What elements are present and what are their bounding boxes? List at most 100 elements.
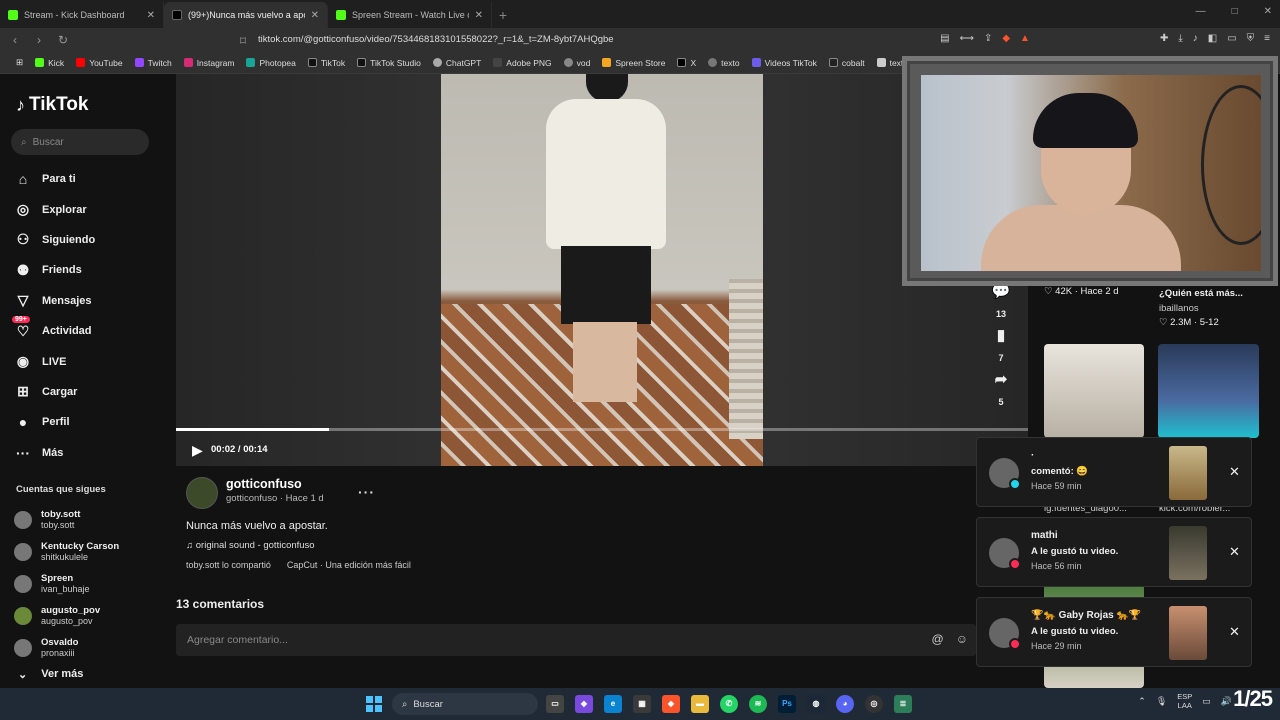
tab-kick-dashboard[interactable]: Stream - Kick Dashboard ✕ bbox=[0, 2, 164, 28]
menu-icon[interactable]: ≡ bbox=[1264, 33, 1270, 44]
sound-link[interactable]: ♫ original sound - gotticonfuso bbox=[186, 540, 315, 551]
share-icon[interactable]: ➦ bbox=[986, 370, 1016, 390]
search-input[interactable]: ⌕ Buscar bbox=[11, 129, 149, 155]
video-progress-bar[interactable] bbox=[176, 428, 1028, 431]
forward-icon[interactable]: › bbox=[32, 33, 46, 47]
nav-item-perfil[interactable]: ● Perfil bbox=[14, 407, 95, 437]
reload-icon[interactable]: ↻ bbox=[56, 33, 70, 47]
author-name[interactable]: gotticonfuso bbox=[226, 477, 324, 491]
more-options-icon[interactable]: ··· bbox=[358, 484, 375, 500]
following-item[interactable]: toby.sott toby.sott bbox=[14, 504, 119, 536]
discord-icon[interactable]: ◕ bbox=[836, 695, 854, 713]
nav-item-live[interactable]: ◉ LIVE bbox=[14, 346, 95, 376]
spotify-icon[interactable]: ≋ bbox=[749, 695, 767, 713]
bookmark-kick[interactable]: Kick bbox=[29, 58, 70, 68]
bookmark-icon[interactable]: ▮ bbox=[986, 326, 1016, 346]
music-icon[interactable]: ♪ bbox=[1193, 33, 1198, 44]
notification-card[interactable]: 🏆🐆 Gaby Rojas 🐆🏆 A le gustó tu video. Ha… bbox=[976, 597, 1252, 667]
vpn-icon[interactable]: ⛨ bbox=[1247, 33, 1255, 44]
windows-start-icon[interactable] bbox=[366, 696, 382, 712]
tab-spreen-stream[interactable]: Spreen Stream - Watch Live on Kick ✕ bbox=[328, 2, 492, 28]
bookmark-cobalt[interactable]: cobalt bbox=[823, 58, 871, 68]
following-item[interactable]: augusto_pov augusto_pov bbox=[14, 600, 119, 632]
minimize-icon[interactable]: — bbox=[1196, 6, 1206, 17]
video-player[interactable]: ▶ 00:02 / 00:14 bbox=[176, 74, 1028, 466]
translate-icon[interactable]: ⟷ bbox=[960, 33, 974, 44]
nav-item-actividad[interactable]: ♡ 99+ Actividad bbox=[12, 316, 95, 346]
brave-shield-icon[interactable]: ◆ bbox=[1002, 33, 1010, 44]
notification-thumbnail[interactable] bbox=[1169, 526, 1207, 580]
tray-chevron-icon[interactable]: ⌃ bbox=[1138, 696, 1146, 707]
emoji-icon[interactable]: ☺ bbox=[956, 632, 968, 646]
close-window-icon[interactable]: ✕ bbox=[1264, 6, 1272, 17]
bookmark-youtube[interactable]: YouTube bbox=[70, 58, 128, 68]
extensions-icon[interactable]: ✚ bbox=[1160, 33, 1168, 44]
back-icon[interactable]: ‹ bbox=[8, 33, 22, 47]
bookmark-tiktok-studio[interactable]: TikTok Studio bbox=[351, 58, 427, 68]
nav-item-cargar[interactable]: ⊞ Cargar bbox=[14, 377, 95, 407]
related-thumbnail[interactable] bbox=[1044, 344, 1144, 438]
related-thumbnail[interactable] bbox=[1158, 344, 1259, 438]
author-info[interactable]: gotticonfuso gotticonfuso · Hace 1 d bbox=[186, 477, 324, 509]
bookmark-x[interactable]: X bbox=[671, 58, 702, 68]
steam-icon[interactable]: ◍ bbox=[807, 695, 825, 713]
notification-card[interactable]: mathi A le gustó tu video. Hace 56 min ✕ bbox=[976, 517, 1252, 587]
rewards-icon[interactable]: ▲ bbox=[1020, 33, 1030, 44]
share-icon[interactable]: ⇪ bbox=[984, 33, 992, 44]
file-explorer-icon[interactable]: ▬ bbox=[691, 695, 709, 713]
related-card-author[interactable]: ibaillanos bbox=[1159, 303, 1199, 314]
network-icon[interactable]: ▭ bbox=[1202, 696, 1211, 707]
bookmark-adobe-png[interactable]: Adobe PNG bbox=[487, 58, 557, 68]
store-icon[interactable]: ▦ bbox=[633, 695, 651, 713]
shared-by[interactable]: toby.sott lo compartió bbox=[186, 560, 271, 570]
nav-item-mas[interactable]: ··· Más bbox=[14, 438, 95, 468]
see-more-button[interactable]: ⌄ Ver más bbox=[18, 668, 83, 681]
play-icon[interactable]: ▶ bbox=[192, 442, 203, 459]
mention-icon[interactable]: @ bbox=[932, 632, 944, 646]
bookmark-page-icon[interactable]: ⌑ bbox=[236, 34, 250, 48]
brave-icon[interactable]: ◆ bbox=[662, 695, 680, 713]
nav-item-siguiendo[interactable]: ⚇ Siguiendo bbox=[14, 225, 95, 255]
tab-tiktok-video[interactable]: (99+)Nunca más vuelvo a apostar ✕ bbox=[164, 2, 328, 28]
bookmark-tiktok[interactable]: TikTok bbox=[302, 58, 351, 68]
reader-icon[interactable]: ▤ bbox=[940, 33, 949, 44]
whatsapp-icon[interactable]: ✆ bbox=[720, 695, 738, 713]
tiktok-logo[interactable]: ♪ TikTok bbox=[16, 94, 88, 116]
notification-card[interactable]: · comentó: 😄 Hace 59 min ✕ bbox=[976, 437, 1252, 507]
following-item[interactable]: Kentucky Carson shitkukulele bbox=[14, 536, 119, 568]
following-item[interactable]: Spreen ivan_buhaje bbox=[14, 568, 119, 600]
maximize-icon[interactable]: □ bbox=[1232, 6, 1238, 17]
task-view-icon[interactable]: ▭ bbox=[546, 695, 564, 713]
photoshop-icon[interactable]: Ps bbox=[778, 695, 796, 713]
new-tab-button[interactable]: + bbox=[492, 2, 514, 28]
bookmark-photopea[interactable]: Photopea bbox=[240, 58, 301, 68]
close-icon[interactable]: ✕ bbox=[1229, 544, 1240, 560]
nav-item-friends[interactable]: ⚉ Friends bbox=[14, 255, 95, 285]
following-item[interactable]: Osvaldo pronaxiii bbox=[14, 632, 119, 664]
close-icon[interactable]: ✕ bbox=[147, 10, 155, 21]
bookmark-chatgpt[interactable]: ChatGPT bbox=[427, 58, 487, 68]
bookmark-texto[interactable]: texto bbox=[702, 58, 745, 68]
comment-input[interactable]: Agregar comentario... @ ☺ bbox=[176, 624, 976, 656]
bookmark-twitch[interactable]: Twitch bbox=[129, 58, 178, 68]
notepad-icon[interactable]: ≣ bbox=[894, 695, 912, 713]
bookmark-videos-tiktok[interactable]: Videos TikTok bbox=[746, 58, 823, 68]
microphone-icon[interactable]: 🎙 bbox=[1156, 696, 1167, 707]
nav-item-explorar[interactable]: ◎ Explorar bbox=[14, 194, 95, 224]
close-icon[interactable]: ✕ bbox=[1229, 624, 1240, 640]
capcut-link[interactable]: CapCut · Una edición más fácil bbox=[287, 560, 411, 570]
wallet-icon[interactable]: ▭ bbox=[1227, 33, 1236, 44]
notification-thumbnail[interactable] bbox=[1169, 606, 1207, 660]
bookmark-vod[interactable]: vod bbox=[558, 58, 597, 68]
url-field[interactable]: tiktok.com/@gotticonfuso/video/753446818… bbox=[258, 32, 978, 48]
taskbar-search[interactable]: ⌕ Buscar bbox=[392, 693, 538, 715]
volume-icon[interactable]: 🔊 bbox=[1221, 696, 1232, 707]
sidebar-toggle-icon[interactable]: ◧ bbox=[1208, 33, 1217, 44]
language-indicator[interactable]: ESP LAA bbox=[1177, 692, 1192, 710]
close-icon[interactable]: ✕ bbox=[475, 10, 483, 21]
notification-thumbnail[interactable] bbox=[1169, 446, 1207, 500]
obs-icon[interactable]: ◎ bbox=[865, 695, 883, 713]
close-icon[interactable]: ✕ bbox=[1229, 464, 1240, 480]
nav-item-mensajes[interactable]: ▽ Mensajes bbox=[14, 286, 95, 316]
download-icon[interactable]: ⤓ bbox=[1178, 33, 1182, 44]
